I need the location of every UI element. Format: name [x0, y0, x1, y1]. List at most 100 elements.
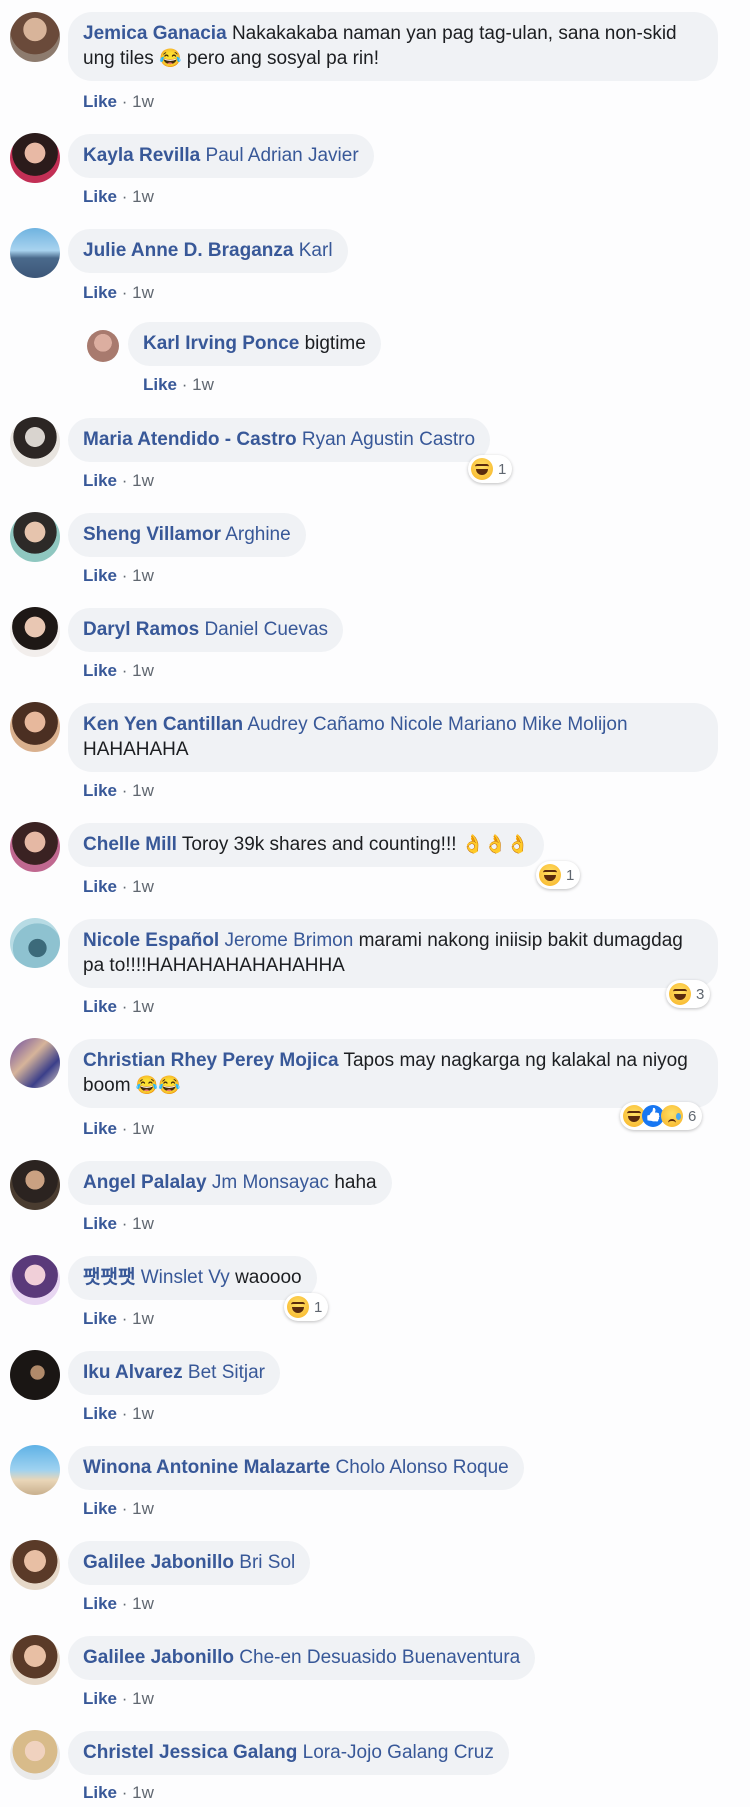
timestamp[interactable]: 1w	[132, 781, 154, 800]
avatar[interactable]	[10, 1038, 60, 1088]
timestamp[interactable]: 1w	[132, 1783, 154, 1802]
avatar[interactable]	[87, 330, 119, 362]
avatar[interactable]	[10, 417, 60, 467]
like-link[interactable]: Like	[83, 566, 117, 585]
tagged-user[interactable]: Winslet Vy	[141, 1267, 230, 1288]
avatar[interactable]	[10, 512, 60, 562]
timestamp[interactable]: 1w	[132, 997, 154, 1016]
avatar[interactable]	[10, 1255, 60, 1305]
avatar[interactable]	[10, 607, 60, 657]
timestamp[interactable]: 1w	[132, 1119, 154, 1138]
like-link[interactable]: Like	[83, 661, 117, 680]
comment-bubble: Christel Jessica Galang Lora-Jojo Galang…	[68, 1731, 509, 1775]
timestamp[interactable]: 1w	[192, 375, 214, 394]
haha-reaction-icon	[287, 1296, 309, 1318]
comment-author[interactable]: Christel Jessica Galang	[83, 1742, 297, 1763]
avatar[interactable]	[10, 702, 60, 752]
reaction-summary[interactable]: 1	[536, 861, 581, 889]
timestamp[interactable]: 1w	[132, 92, 154, 111]
like-link[interactable]: Like	[83, 877, 117, 896]
comment-author[interactable]: Iku Alvarez	[83, 1362, 183, 1383]
comment-text: bigtime	[304, 333, 366, 354]
avatar[interactable]	[10, 822, 60, 872]
tagged-user[interactable]: Paul Adrian Javier	[206, 145, 359, 166]
like-link[interactable]: Like	[83, 1499, 117, 1518]
reaction-summary[interactable]: 3	[666, 980, 711, 1008]
avatar[interactable]	[10, 12, 60, 62]
avatar[interactable]	[10, 1160, 60, 1210]
comment-author[interactable]: Nicole Español	[83, 930, 219, 951]
timestamp[interactable]: 1w	[132, 1404, 154, 1423]
avatar[interactable]	[10, 1730, 60, 1780]
tagged-user[interactable]: Lora-Jojo Galang Cruz	[303, 1742, 494, 1763]
like-link[interactable]: Like	[83, 471, 117, 490]
tagged-user[interactable]: Che-en Desuasido Buenaventura	[239, 1647, 520, 1668]
avatar[interactable]	[10, 1350, 60, 1400]
timestamp[interactable]: 1w	[132, 187, 154, 206]
comment-author[interactable]: Karl Irving Ponce	[143, 333, 299, 354]
comment-author[interactable]: Jemica Ganacia	[83, 23, 227, 44]
tagged-user[interactable]: Audrey Cañamo Nicole Mariano Mike Molijo…	[247, 714, 627, 735]
comment-author[interactable]: Winona Antonine Malazarte	[83, 1457, 330, 1478]
comment-author[interactable]: Julie Anne D. Braganza	[83, 240, 293, 261]
comment-author[interactable]: Chelle Mill	[83, 834, 177, 855]
avatar[interactable]	[10, 1445, 60, 1495]
reaction-summary[interactable]: 1	[284, 1293, 329, 1321]
like-link[interactable]: Like	[83, 92, 117, 111]
timestamp[interactable]: 1w	[132, 283, 154, 302]
tagged-user[interactable]: Daniel Cuevas	[204, 619, 328, 640]
comment-bubble: Christian Rhey Perey Mojica Tapos may na…	[68, 1039, 718, 1108]
haha-reaction-icon	[471, 458, 493, 480]
like-link[interactable]: Like	[83, 1404, 117, 1423]
comment-author[interactable]: Ken Yen Cantillan	[83, 714, 243, 735]
comment-actions: Like · 1w	[83, 661, 154, 681]
timestamp[interactable]: 1w	[132, 1309, 154, 1328]
comment-text: Toroy 39k shares and counting!!!	[181, 834, 457, 855]
like-link[interactable]: Like	[83, 1214, 117, 1233]
comment-actions: Like · 1w	[83, 997, 154, 1017]
reaction-summary[interactable]: 6	[620, 1102, 703, 1130]
like-link[interactable]: Like	[83, 1689, 117, 1708]
tagged-user[interactable]: Jerome Brimon	[224, 930, 353, 951]
comment-author[interactable]: 팻팻팻	[83, 1267, 135, 1288]
timestamp[interactable]: 1w	[132, 1499, 154, 1518]
reaction-summary[interactable]: 1	[468, 455, 513, 483]
avatar[interactable]	[10, 133, 60, 183]
timestamp[interactable]: 1w	[132, 471, 154, 490]
tagged-user[interactable]: Karl	[299, 240, 333, 261]
comment-author[interactable]: Galilee Jabonillo	[83, 1647, 234, 1668]
timestamp[interactable]: 1w	[132, 566, 154, 585]
comment-actions: Like · 1w	[83, 1309, 154, 1329]
like-link[interactable]: Like	[83, 997, 117, 1016]
tagged-user[interactable]: Bet Sitjar	[188, 1362, 265, 1383]
like-link[interactable]: Like	[83, 1119, 117, 1138]
timestamp[interactable]: 1w	[132, 661, 154, 680]
like-link[interactable]: Like	[83, 1783, 117, 1802]
like-link[interactable]: Like	[143, 375, 177, 394]
avatar[interactable]	[10, 1635, 60, 1685]
comment-author[interactable]: Maria Atendido - Castro	[83, 429, 297, 450]
tagged-user[interactable]: Cholo Alonso Roque	[335, 1457, 508, 1478]
like-link[interactable]: Like	[83, 187, 117, 206]
comment-author[interactable]: Galilee Jabonillo	[83, 1552, 234, 1573]
avatar[interactable]	[10, 228, 60, 278]
like-link[interactable]: Like	[83, 1594, 117, 1613]
tagged-user[interactable]: Ryan Agustin Castro	[302, 429, 475, 450]
comment-author[interactable]: Daryl Ramos	[83, 619, 199, 640]
like-link[interactable]: Like	[83, 283, 117, 302]
comment-author[interactable]: Sheng Villamor	[83, 524, 221, 545]
avatar[interactable]	[10, 1540, 60, 1590]
tagged-user[interactable]: Bri Sol	[239, 1552, 295, 1573]
like-link[interactable]: Like	[83, 781, 117, 800]
avatar[interactable]	[10, 918, 60, 968]
comment-author[interactable]: Angel Palalay	[83, 1172, 207, 1193]
timestamp[interactable]: 1w	[132, 1214, 154, 1233]
timestamp[interactable]: 1w	[132, 1594, 154, 1613]
comment-author[interactable]: Christian Rhey Perey Mojica	[83, 1050, 339, 1071]
tagged-user[interactable]: Arghine	[225, 524, 291, 545]
timestamp[interactable]: 1w	[132, 1689, 154, 1708]
tagged-user[interactable]: Jm Monsayac	[212, 1172, 329, 1193]
like-link[interactable]: Like	[83, 1309, 117, 1328]
timestamp[interactable]: 1w	[132, 877, 154, 896]
comment-author[interactable]: Kayla Revilla	[83, 145, 200, 166]
